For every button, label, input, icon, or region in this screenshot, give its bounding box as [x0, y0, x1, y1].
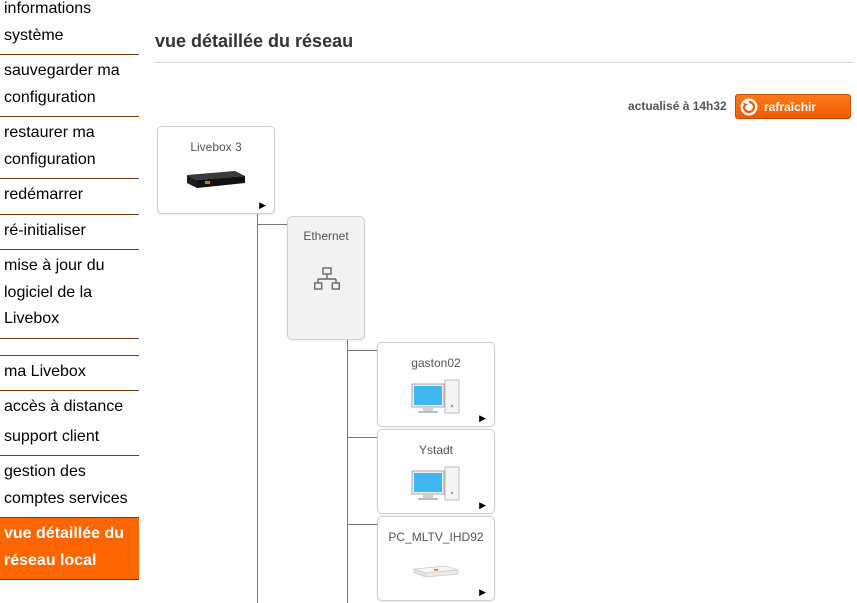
desktop-computer-icon: [411, 466, 460, 501]
page-title: vue détaillée du réseau: [155, 31, 354, 51]
sidebar-item-gestion-comptes[interactable]: gestion des comptes services: [0, 456, 139, 518]
expand-arrow-icon[interactable]: ▶: [259, 200, 266, 211]
device-label: Ystadt: [418, 443, 454, 457]
refresh-button[interactable]: rafraîchir: [735, 94, 851, 119]
last-updated-text: actualisé à 14h32: [628, 99, 727, 113]
node-ethernet[interactable]: Ethernet: [287, 216, 365, 340]
title-divider: [154, 62, 854, 63]
desktop-computer-icon: [411, 379, 460, 414]
tv-decoder-icon: [413, 565, 459, 578]
node-device-ystadt[interactable]: Ystadt ▶: [377, 429, 495, 514]
sidebar-item-restaurer[interactable]: restaurer ma configuration: [0, 117, 139, 179]
tree-line: [257, 213, 258, 603]
livebox-router-icon: [187, 171, 245, 188]
tree-line: [347, 339, 348, 603]
sidebar-item-mise-a-jour[interactable]: mise à jour du logiciel de la Livebox: [0, 250, 139, 339]
node-device-gaston02[interactable]: gaston02 ▶: [377, 342, 495, 427]
device-label: PC_MLTV_IHD92: [388, 530, 484, 544]
sidebar-item-informations-systeme[interactable]: informations système: [0, 0, 139, 55]
node-livebox-label: Livebox 3: [190, 140, 242, 154]
tree-line: [257, 224, 287, 225]
sidebar-item-redemarrer[interactable]: redémarrer: [0, 179, 139, 215]
sidebar-item-support-client[interactable]: support client: [0, 421, 139, 456]
node-device-pc-mltv[interactable]: PC_MLTV_IHD92 ▶: [377, 516, 495, 601]
expand-arrow-icon[interactable]: ▶: [479, 500, 486, 511]
expand-arrow-icon[interactable]: ▶: [479, 413, 486, 424]
tree-line: [347, 350, 377, 351]
ethernet-network-icon: [314, 267, 340, 290]
node-livebox[interactable]: Livebox 3 ▶: [157, 126, 275, 214]
sidebar-menu: informations système sauvegarder ma conf…: [0, 0, 139, 580]
device-label: gaston02: [411, 356, 461, 370]
sidebar-item-acces-distance[interactable]: accès à distance: [0, 391, 139, 421]
sidebar-item-vue-reseau[interactable]: vue détaillée du réseau local: [0, 518, 139, 580]
refresh-button-label: rafraîchir: [764, 99, 817, 114]
tree-line: [347, 524, 377, 525]
refresh-icon: [740, 98, 758, 115]
expand-arrow-icon[interactable]: ▶: [479, 587, 486, 598]
node-ethernet-label: Ethernet: [303, 229, 349, 243]
tree-line: [347, 437, 377, 438]
sidebar-item-ma-livebox[interactable]: ma Livebox: [0, 356, 139, 391]
sidebar-separator: [0, 339, 139, 356]
sidebar-item-sauvegarder[interactable]: sauvegarder ma configuration: [0, 55, 139, 117]
sidebar-item-reinitialiser[interactable]: ré-initialiser: [0, 215, 139, 250]
